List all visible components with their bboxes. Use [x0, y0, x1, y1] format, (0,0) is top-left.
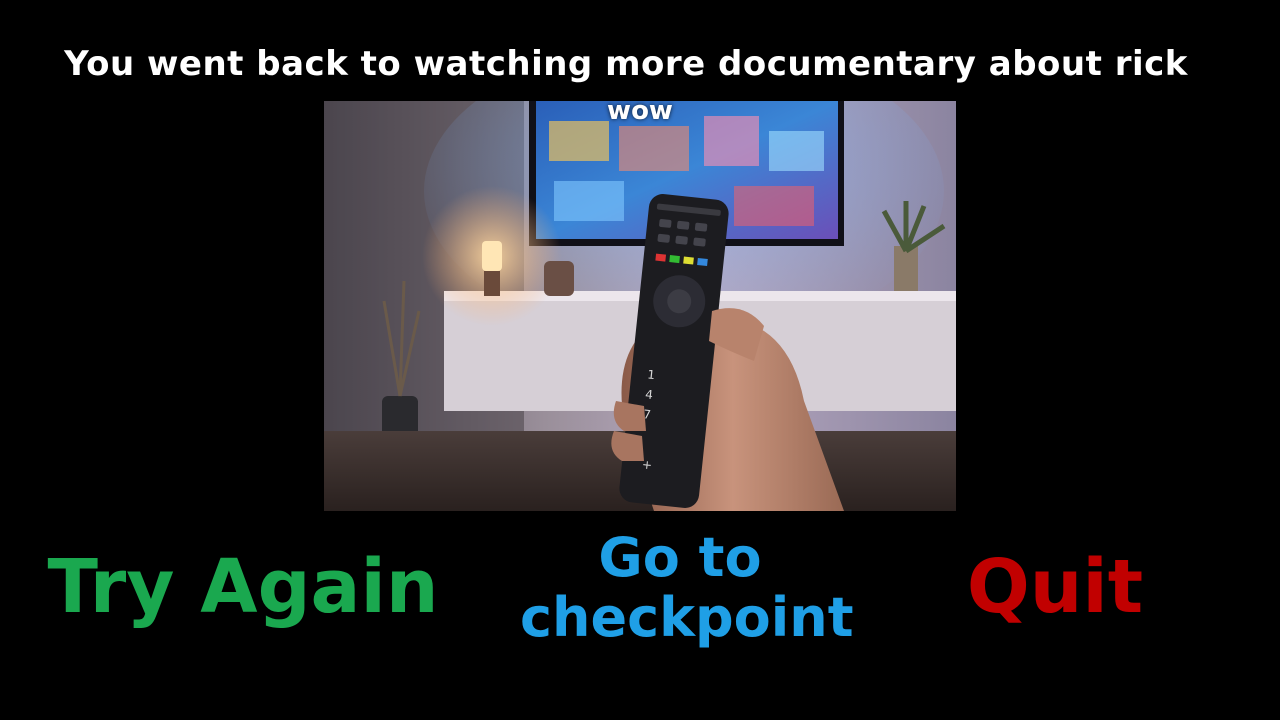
reaction-text: wow [607, 96, 673, 126]
quit-button[interactable]: Quit [940, 546, 1170, 629]
try-again-button[interactable]: Try Again [28, 546, 458, 629]
game-over-screen: You went back to watching more documenta… [0, 0, 1280, 720]
tv-remote-photo: 1 4 7 + [324, 101, 956, 511]
svg-text:4: 4 [645, 387, 654, 402]
story-message: You went back to watching more documenta… [64, 44, 1188, 84]
svg-text:1: 1 [647, 367, 656, 382]
go-to-checkpoint-button[interactable]: Go to checkpoint [520, 527, 854, 649]
